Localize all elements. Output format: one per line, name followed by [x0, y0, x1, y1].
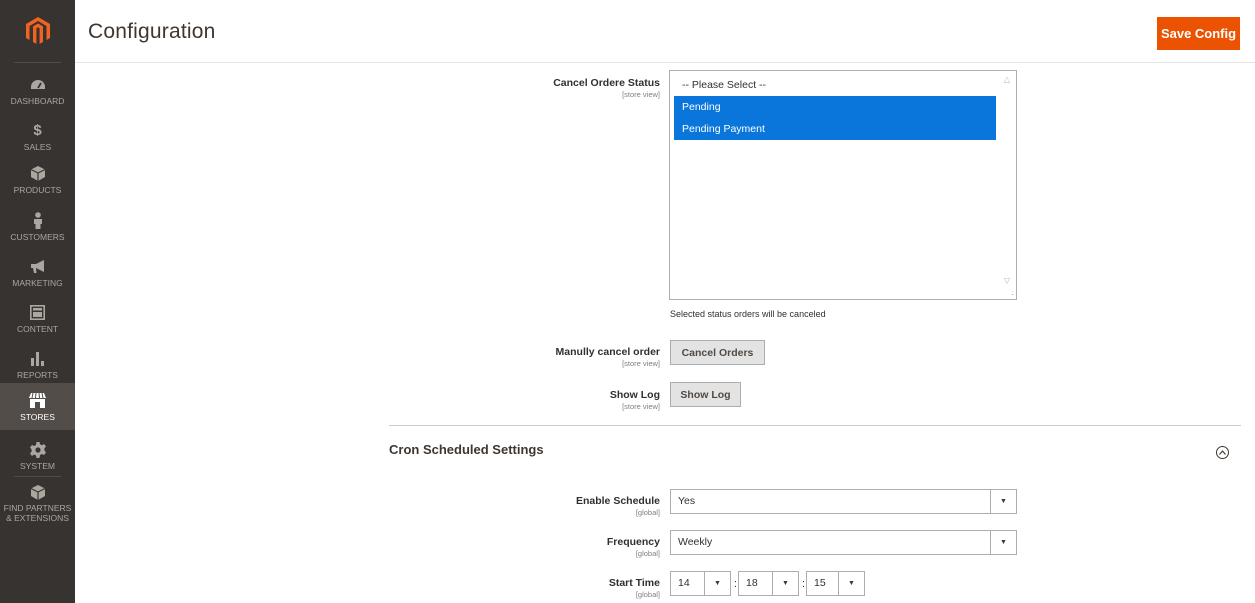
dollar-icon: $	[33, 122, 42, 139]
cube-icon	[29, 165, 47, 183]
sidebar-item-system[interactable]: SYSTEM	[0, 432, 75, 479]
sidebar-item-label: FIND PARTNERS & EXTENSIONS	[3, 503, 72, 523]
start-time-hour-select[interactable]: 14 ▼	[670, 571, 731, 596]
sidebar-item-label: DASHBOARD	[10, 95, 65, 106]
sidebar-item-sales[interactable]: $ SALES	[0, 113, 75, 160]
field-label-text: Cancel Ordere Status	[553, 77, 660, 89]
cancel-status-multiselect[interactable]: -- Please Select -- Pending Pending Paym…	[669, 70, 1017, 300]
header-divider	[75, 62, 1255, 63]
field-label-text: Show Log	[609, 389, 660, 401]
page-title: Configuration	[88, 20, 216, 43]
sidebar-item-find-partners[interactable]: FIND PARTNERS & EXTENSIONS	[0, 478, 75, 528]
enable-schedule-select[interactable]: Yes ▼	[670, 489, 1017, 514]
show-log-button[interactable]: Show Log	[670, 382, 741, 407]
sidebar-item-label: SALES	[23, 141, 52, 152]
field-scope-text: [global]	[635, 549, 660, 558]
time-separator: :	[734, 578, 738, 590]
start-time-label: Start Time [global]	[400, 577, 660, 599]
sidebar-item-label: REPORTS	[17, 369, 58, 380]
time-separator: :	[802, 578, 806, 590]
person-icon	[29, 212, 47, 230]
field-label-text: Frequency	[606, 536, 660, 548]
sidebar-item-customers[interactable]: CUSTOMERS	[0, 203, 75, 250]
chevron-up-circle-icon[interactable]	[1216, 446, 1229, 459]
storefront-icon	[29, 392, 47, 410]
select-value: Yes	[678, 495, 696, 507]
multiselect-option[interactable]: Pending Payment	[674, 118, 996, 140]
chevron-down-icon: ▼	[1000, 539, 1007, 546]
chevron-down-icon: ▼	[782, 580, 789, 587]
show-log-label: Show Log [store view]	[400, 389, 660, 411]
layout-icon	[29, 304, 47, 322]
sidebar-item-label: STORES	[20, 411, 55, 422]
save-config-button[interactable]: Save Config	[1157, 17, 1240, 50]
field-scope-text: [store view]	[622, 402, 660, 411]
cron-section-title[interactable]: Cron Scheduled Settings	[389, 442, 544, 457]
frequency-label: Frequency [global]	[400, 536, 660, 558]
sidebar-item-label: CONTENT	[16, 323, 59, 334]
gear-icon	[29, 441, 47, 459]
sidebar-item-reports[interactable]: REPORTS	[0, 341, 75, 388]
dropdown-arrow: ▼	[990, 531, 1016, 554]
field-label-text: Manully cancel order	[555, 346, 660, 358]
field-label-text: Enable Schedule	[575, 495, 660, 507]
cancel-status-label: Cancel Ordere Status [store view]	[400, 77, 660, 99]
cancel-status-hint: Selected status orders will be canceled	[670, 309, 826, 319]
dropdown-arrow: ▼	[772, 572, 798, 595]
bar-chart-icon	[29, 350, 47, 368]
sidebar-item-marketing[interactable]: MARKETING	[0, 249, 75, 296]
sidebar-item-label: SYSTEM	[20, 460, 55, 471]
dropdown-arrow: ▼	[990, 490, 1016, 513]
dashboard-gauge-icon	[29, 76, 47, 94]
chevron-down-icon: ▼	[1000, 498, 1007, 505]
manual-cancel-label: Manully cancel order [store view]	[400, 346, 660, 368]
sidebar-item-content[interactable]: CONTENT	[0, 295, 75, 342]
sidebar-divider	[14, 476, 61, 477]
select-value: 15	[814, 577, 826, 589]
logo-divider	[14, 62, 61, 63]
sidebar-item-products[interactable]: PRODUCTS	[0, 156, 75, 203]
select-value: 14	[678, 577, 690, 589]
multiselect-option[interactable]: Pending	[674, 96, 996, 118]
multiselect-option[interactable]: -- Please Select --	[674, 74, 996, 96]
chevron-down-icon: ▼	[848, 580, 855, 587]
field-scope-text: [store view]	[622, 90, 660, 99]
scroll-up-arrow-icon[interactable]: △	[1004, 75, 1010, 84]
megaphone-icon	[29, 258, 47, 276]
frequency-select[interactable]: Weekly ▼	[670, 530, 1017, 555]
select-value: 18	[746, 577, 758, 589]
select-value: Weekly	[678, 536, 713, 548]
sidebar-item-label: MARKETING	[12, 277, 63, 288]
magento-logo-icon[interactable]	[0, 0, 75, 62]
start-time-minute-select[interactable]: 18 ▼	[738, 571, 799, 596]
start-time-second-select[interactable]: 15 ▼	[806, 571, 865, 596]
sidebar-item-label: PRODUCTS	[13, 184, 62, 195]
chevron-down-icon: ▼	[714, 580, 721, 587]
sidebar-item-stores[interactable]: STORES	[0, 383, 75, 430]
cube-icon	[29, 483, 47, 501]
section-divider	[389, 425, 1241, 426]
field-scope-text: [global]	[635, 590, 660, 599]
admin-sidebar: DASHBOARD $ SALES PRODUCTS CUSTOMERS MAR…	[0, 0, 75, 603]
field-scope-text: [store view]	[622, 359, 660, 368]
cancel-orders-button[interactable]: Cancel Orders	[670, 340, 765, 365]
field-label-text: Start Time	[608, 577, 660, 589]
dropdown-arrow: ▼	[838, 572, 864, 595]
resize-grip-icon[interactable]: .:	[1011, 290, 1014, 297]
enable-schedule-label: Enable Schedule [global]	[400, 495, 660, 517]
dropdown-arrow: ▼	[704, 572, 730, 595]
field-scope-text: [global]	[635, 508, 660, 517]
sidebar-item-label: CUSTOMERS	[10, 231, 65, 242]
sidebar-item-dashboard[interactable]: DASHBOARD	[0, 67, 75, 114]
scroll-down-arrow-icon[interactable]: ▽	[1004, 276, 1010, 285]
